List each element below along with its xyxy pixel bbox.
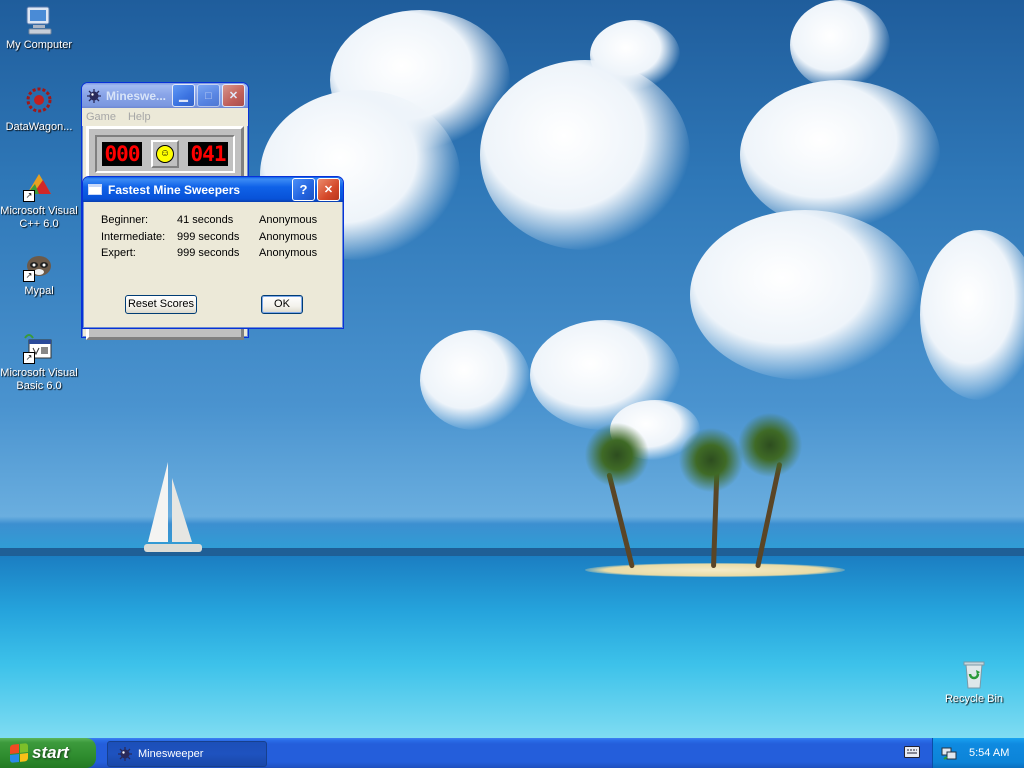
score-level: Intermediate:	[101, 230, 166, 243]
sailboat-image	[144, 462, 202, 552]
score-time: 999 seconds	[177, 230, 240, 243]
desktop-icon-label: DataWagon...	[5, 121, 73, 133]
score-row-beginner: Beginner: 41 seconds Anonymous	[101, 212, 343, 229]
desktop-icon-label: Mypal	[24, 285, 54, 297]
desktop-icon-visual-basic[interactable]: ↗ Microsoft Visual Basic 6.0	[0, 332, 78, 393]
mine-app-icon	[87, 88, 101, 103]
keyboard-language-icon[interactable]	[904, 746, 920, 758]
desktop-icon-label: Microsoft Visual Basic 6.0	[0, 367, 78, 392]
desktop-icon-datawagon[interactable]: DataWagon...	[0, 86, 78, 134]
menu-game[interactable]: Game	[86, 111, 116, 123]
minesweeper-menubar: Game Help	[82, 108, 248, 126]
score-name: Anonymous	[259, 230, 318, 243]
dialog-titlebar[interactable]: Fastest Mine Sweepers ? ✕	[83, 177, 343, 202]
score-row-expert: Expert: 999 seconds Anonymous	[101, 245, 343, 262]
desktop-icon-my-computer[interactable]: My Computer	[0, 4, 78, 52]
timer-counter: 041	[188, 142, 228, 166]
close-icon: ✕	[323, 184, 334, 196]
minesweeper-status-panel: 000 ☺ 041	[95, 135, 235, 173]
dialog-close-button[interactable]: ✕	[317, 178, 340, 201]
score-name: Anonymous	[259, 214, 318, 227]
taskbar-button-minesweeper[interactable]: Minesweeper	[107, 741, 267, 767]
score-level: Beginner:	[101, 214, 149, 227]
shortcut-arrow-icon: ↗	[23, 190, 35, 202]
taskbar: start Minesweeper 5:54 AM	[0, 738, 1024, 768]
maximize-icon: □	[205, 89, 212, 102]
dialog-title: Fastest Mine Sweepers	[108, 182, 241, 197]
score-time: 999 seconds	[177, 247, 240, 260]
minimize-button[interactable]: ▁	[172, 84, 195, 107]
desktop-icon-label: My Computer	[5, 39, 73, 51]
computer-icon	[23, 4, 55, 36]
minesweeper-title: Mineswe...	[106, 88, 167, 103]
desktop-icon-mypal[interactable]: ↗ Mypal	[0, 250, 78, 298]
start-label: start	[32, 743, 69, 762]
score-time: 41 seconds	[177, 214, 234, 227]
new-game-smiley-button[interactable]: ☺	[151, 140, 179, 168]
desktop-icon-label: Microsoft Visual C++ 6.0	[0, 205, 78, 230]
desktop-icon-recycle-bin[interactable]: Recycle Bin	[935, 658, 1013, 706]
fastest-mine-sweepers-dialog[interactable]: Fastest Mine Sweepers ? ✕ Beginner: 41 s…	[82, 176, 344, 329]
mypal-raccoon-icon: ↗	[23, 250, 55, 282]
close-button[interactable]: ✕	[222, 84, 245, 107]
mines-counter: 000	[102, 142, 142, 166]
desktop-icon-visual-cpp[interactable]: ↗ Microsoft Visual C++ 6.0	[0, 170, 78, 231]
ok-button[interactable]: OK	[261, 295, 303, 314]
minimize-icon: ▁	[179, 90, 188, 102]
close-icon: ✕	[228, 90, 239, 102]
shortcut-arrow-icon: ↗	[23, 270, 35, 282]
score-row-intermediate: Intermediate: 999 seconds Anonymous	[101, 229, 343, 246]
help-button[interactable]: ?	[292, 178, 315, 201]
dialog-window-icon	[88, 184, 102, 195]
help-icon: ?	[299, 182, 308, 197]
desktop-icon-label: Recycle Bin	[944, 693, 1004, 705]
reset-scores-button[interactable]: Reset Scores	[125, 295, 197, 314]
start-button[interactable]: start	[0, 738, 96, 768]
scores-table: Beginner: 41 seconds Anonymous Intermedi…	[83, 202, 343, 262]
recycle-bin-icon	[958, 658, 990, 690]
system-tray: 5:54 AM	[932, 738, 1024, 768]
mine-app-icon	[118, 747, 132, 761]
windows-flag-icon	[10, 743, 28, 763]
datawagon-icon	[23, 86, 55, 118]
menu-help[interactable]: Help	[128, 111, 151, 123]
maximize-button[interactable]: □	[197, 84, 220, 107]
visual-cpp-icon: ↗	[23, 170, 55, 202]
minesweeper-titlebar[interactable]: Mineswe... ▁ □ ✕	[82, 83, 248, 108]
visual-basic-icon: ↗	[23, 332, 55, 364]
network-tray-icon[interactable]	[941, 745, 957, 761]
score-name: Anonymous	[259, 247, 318, 260]
taskbar-button-label: Minesweeper	[138, 748, 204, 760]
shortcut-arrow-icon: ↗	[23, 352, 35, 364]
smiley-face-icon: ☺	[156, 145, 174, 163]
score-level: Expert:	[101, 247, 136, 260]
clock[interactable]: 5:54 AM	[969, 747, 1009, 759]
